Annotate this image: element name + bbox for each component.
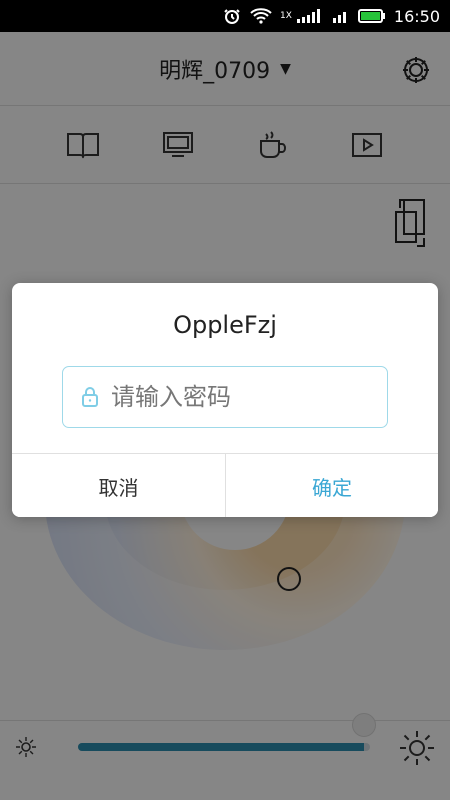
network-label: 1X: [279, 11, 292, 21]
status-bar: 1X 16:50: [0, 0, 450, 32]
password-input[interactable]: [109, 382, 353, 412]
password-dialog: OppleFzj 取消 确定: [12, 283, 438, 517]
lock-icon: [82, 387, 98, 407]
dialog-actions: 取消 确定: [12, 453, 438, 517]
cancel-button[interactable]: 取消: [12, 454, 225, 517]
signal-icon: [296, 9, 320, 23]
dialog-title: OppleFzj: [173, 311, 277, 339]
alarm-icon: [224, 9, 240, 24]
status-time: 16:50: [393, 6, 440, 26]
battery-icon: [357, 9, 385, 23]
password-field[interactable]: [62, 366, 388, 428]
wifi-icon: [250, 8, 272, 24]
confirm-button[interactable]: 确定: [225, 454, 438, 517]
signal-icon: [332, 12, 346, 23]
